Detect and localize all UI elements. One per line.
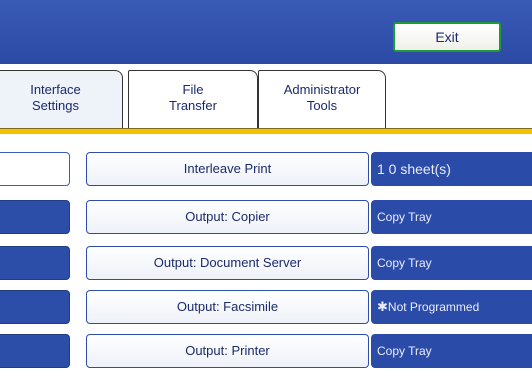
tab-administrator-tools[interactable]: Administrator Tools xyxy=(258,70,386,128)
tab-label-line1: File xyxy=(182,82,204,97)
not-programmed-mark: ✱ xyxy=(377,299,388,314)
output-facsimile-value: ✱Not Programmed xyxy=(371,290,532,324)
tab-interface-settings[interactable]: Interface Settings xyxy=(0,70,123,128)
exit-button[interactable]: Exit xyxy=(393,22,501,52)
tab-label-line2: Tools xyxy=(306,98,338,113)
left-setting-button[interactable] xyxy=(0,290,70,324)
output-printer-value: Copy Tray xyxy=(371,334,532,368)
left-setting-button[interactable] xyxy=(0,334,70,368)
interleave-print-value: 1 0 sheet(s) xyxy=(371,152,532,186)
output-copier-button[interactable]: Output: Copier xyxy=(86,200,369,234)
left-setting-button[interactable] xyxy=(0,152,70,186)
settings-screen: Exit Interface Settings File Transfer Ad… xyxy=(0,0,532,377)
output-document-server-value: Copy Tray xyxy=(371,246,532,280)
tab-label-line2: Transfer xyxy=(169,98,217,113)
interleave-print-button[interactable]: Interleave Print xyxy=(86,152,369,186)
output-printer-button[interactable]: Output: Printer xyxy=(86,334,369,368)
output-copier-value: Copy Tray xyxy=(371,200,532,234)
tab-label-line1: Interface xyxy=(30,82,81,97)
tab-label-line1: Administrator xyxy=(283,82,361,97)
output-facsimile-button[interactable]: Output: Facsimile xyxy=(86,290,369,324)
output-facsimile-value-text: Not Programmed xyxy=(387,300,480,314)
tab-label-line2: Settings xyxy=(32,98,79,113)
left-setting-button[interactable] xyxy=(0,246,70,280)
output-document-server-button[interactable]: Output: Document Server xyxy=(86,246,369,280)
left-setting-button[interactable] xyxy=(0,200,70,234)
header-bar: Exit xyxy=(0,0,532,64)
tab-file-transfer[interactable]: File Transfer xyxy=(128,70,258,128)
